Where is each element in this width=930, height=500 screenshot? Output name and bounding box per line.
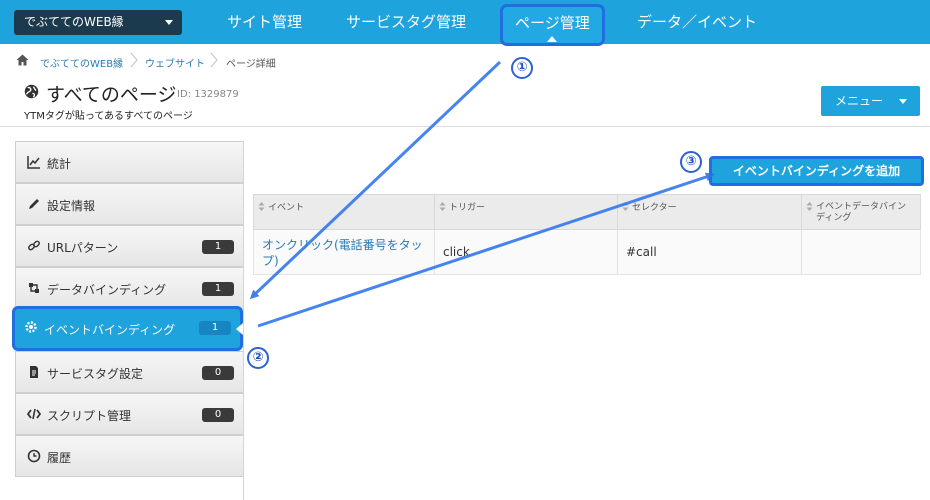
breadcrumb-website[interactable]: ウェブサイト bbox=[145, 55, 205, 70]
callout-2: ② bbox=[247, 347, 269, 369]
table-header: イベント トリガー セレクター イベントデータバインディング bbox=[253, 194, 921, 231]
add-event-binding-button[interactable]: イベントバインディングを追加 bbox=[709, 156, 924, 186]
breadcrumb-separator-icon bbox=[130, 52, 138, 68]
column-header-label: トリガー bbox=[449, 203, 486, 213]
callout-1: ① bbox=[511, 57, 533, 79]
page-description: YTMタグが貼ってあるすべてのページ bbox=[24, 111, 193, 122]
top-navigation: でぶててのWEB縁 サイト管理 サービスタグ管理 ページ管理 データ／イベント bbox=[0, 0, 930, 46]
sidebar-item-url-patterns[interactable]: URLパターン 1 bbox=[15, 225, 244, 267]
nav-data-events[interactable]: データ／イベント bbox=[637, 0, 757, 44]
table-row: オンクリック(電話番号をタップ) click #call bbox=[253, 230, 921, 275]
column-header-trigger[interactable]: トリガー bbox=[434, 195, 617, 231]
active-indicator-icon bbox=[547, 36, 558, 42]
sidebar-item-statistics[interactable]: 統計 bbox=[15, 141, 244, 183]
code-icon bbox=[27, 408, 41, 420]
globe-icon bbox=[24, 84, 39, 99]
sort-icon bbox=[258, 202, 265, 211]
column-header-label: セレクター bbox=[632, 203, 677, 213]
sidebar-item-label: URLパターン bbox=[47, 241, 119, 255]
sidebar-item-label: イベントバインディング bbox=[44, 323, 176, 337]
sort-icon bbox=[439, 202, 446, 211]
breadcrumb: でぶててのWEB縁 ウェブサイト ページ詳細 bbox=[0, 48, 930, 74]
count-badge: 0 bbox=[202, 408, 234, 422]
nav-page-management-label: ページ管理 bbox=[515, 14, 590, 32]
count-badge: 1 bbox=[202, 240, 234, 254]
home-icon[interactable] bbox=[16, 54, 29, 66]
sidebar-item-label: 統計 bbox=[47, 157, 72, 171]
document-icon bbox=[30, 366, 38, 378]
callout-3: ③ bbox=[680, 151, 702, 173]
count-badge: 0 bbox=[202, 366, 234, 380]
menu-button-label: メニュー bbox=[835, 94, 884, 108]
clock-icon bbox=[27, 449, 41, 463]
sidebar-item-history[interactable]: 履歴 bbox=[15, 435, 244, 477]
sidebar-item-label: サービスタグ設定 bbox=[47, 367, 144, 381]
count-badge: 1 bbox=[202, 282, 234, 296]
trigger-cell: click bbox=[434, 230, 617, 274]
page-header: すべてのページ ID: 1329879 YTMタグが貼ってあるすべてのページ メ… bbox=[0, 74, 930, 126]
sidebar-item-data-binding[interactable]: データバインディング 1 bbox=[15, 267, 244, 309]
sidebar-item-label: データバインディング bbox=[47, 283, 167, 297]
active-pointer-icon bbox=[236, 323, 243, 335]
pencil-icon bbox=[29, 199, 39, 209]
sidebar-item-service-tag-settings[interactable]: サービスタグ設定 0 bbox=[15, 351, 244, 393]
sidebar-item-label: 設定情報 bbox=[47, 199, 96, 213]
site-select-label: でぶててのWEB縁 bbox=[24, 15, 124, 29]
chevron-down-icon bbox=[899, 99, 907, 104]
gear-icon bbox=[25, 321, 37, 333]
page-title: すべてのページ bbox=[46, 84, 177, 106]
breadcrumb-separator-icon bbox=[210, 52, 218, 68]
nav-site-management[interactable]: サイト管理 bbox=[227, 0, 302, 44]
chevron-down-icon bbox=[165, 20, 173, 25]
sidebar-item-label: 履歴 bbox=[47, 451, 72, 465]
sidebar-item-event-binding[interactable]: イベントバインディング 1 bbox=[12, 306, 243, 351]
count-badge: 1 bbox=[199, 321, 231, 335]
column-header-label: イベント bbox=[268, 203, 305, 213]
sort-icon bbox=[806, 202, 813, 211]
column-header-label: イベントデータバインディング bbox=[816, 202, 907, 223]
nav-service-tag-management[interactable]: サービスタグ管理 bbox=[346, 0, 466, 44]
event-name-link[interactable]: オンクリック(電話番号をタップ) bbox=[254, 230, 434, 274]
sidebar-item-script-management[interactable]: スクリプト管理 0 bbox=[15, 393, 244, 435]
column-header-event-data-binding[interactable]: イベントデータバインディング bbox=[801, 195, 920, 231]
sidebar-item-settings[interactable]: 設定情報 bbox=[15, 183, 244, 225]
column-header-event[interactable]: イベント bbox=[254, 195, 434, 231]
page-id: ID: 1329879 bbox=[177, 89, 239, 100]
data-binding-icon bbox=[29, 283, 39, 293]
header-divider bbox=[0, 126, 930, 127]
sidebar-divider bbox=[243, 141, 244, 500]
sidebar: 統計 設定情報 URLパターン 1 データバインディング 1 イベントバインディ… bbox=[12, 141, 244, 500]
sidebar-item-label: スクリプト管理 bbox=[47, 409, 132, 423]
sort-icon bbox=[622, 202, 629, 211]
menu-button[interactable]: メニュー bbox=[821, 86, 920, 116]
breadcrumb-site[interactable]: でぶててのWEB縁 bbox=[40, 55, 123, 70]
nav-page-management[interactable]: ページ管理 bbox=[500, 4, 605, 46]
breadcrumb-current: ページ詳細 bbox=[226, 59, 276, 70]
link-icon bbox=[28, 240, 40, 251]
column-header-selector[interactable]: セレクター bbox=[617, 195, 801, 231]
event-data-binding-cell bbox=[801, 230, 920, 274]
site-select[interactable]: でぶててのWEB縁 bbox=[14, 10, 182, 35]
chart-icon bbox=[27, 156, 40, 169]
selector-cell: #call bbox=[617, 230, 801, 274]
